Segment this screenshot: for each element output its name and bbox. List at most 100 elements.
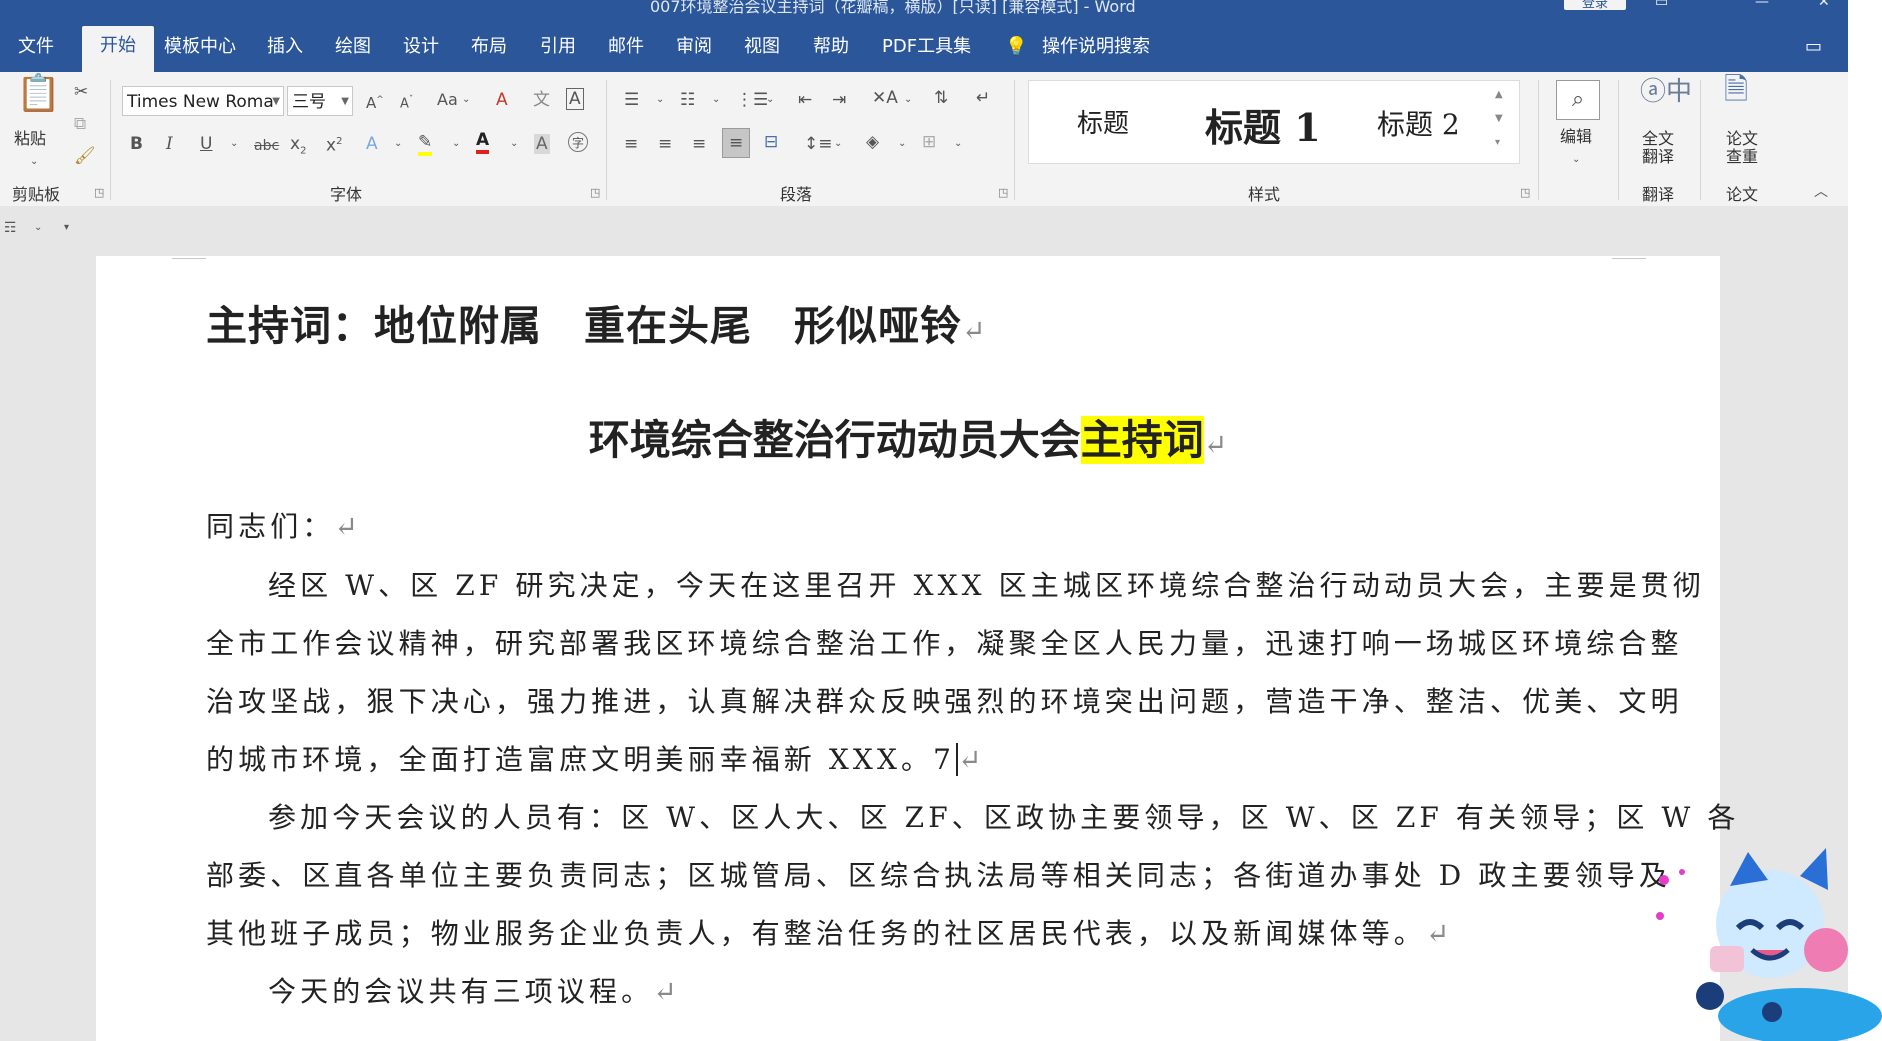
align-left-icon[interactable]: ≡ bbox=[624, 134, 638, 154]
line-spacing-icon[interactable]: ↕≡ bbox=[804, 134, 833, 154]
chevron-down-icon[interactable]: ⌄ bbox=[766, 90, 774, 110]
tab-pdf-tools[interactable]: PDF工具集 bbox=[882, 32, 971, 58]
justify-icon[interactable]: ≡ bbox=[722, 128, 751, 158]
highlight-color-icon[interactable]: ✎ bbox=[418, 132, 433, 156]
paragraph-launcher-icon[interactable]: ◳ bbox=[998, 186, 1008, 199]
chevron-down-icon[interactable]: ⌄ bbox=[904, 90, 912, 110]
comment-icon[interactable]: ▭ bbox=[1805, 36, 1822, 57]
minimize-icon[interactable]: — bbox=[1755, 0, 1769, 10]
tell-me-search[interactable]: 操作说明搜索 bbox=[1042, 32, 1150, 58]
chevron-down-icon[interactable]: ⌄ bbox=[462, 90, 470, 110]
translate-icon[interactable]: ⓐ中 bbox=[1640, 79, 1692, 105]
cut-icon[interactable]: ✂ bbox=[74, 82, 88, 102]
divider bbox=[1538, 80, 1539, 200]
underline-icon[interactable]: U bbox=[200, 134, 212, 154]
font-launcher-icon[interactable]: ◳ bbox=[590, 186, 600, 199]
style-heading-1[interactable]: 标题 1 bbox=[1205, 97, 1321, 152]
chevron-down-icon[interactable]: ⌄ bbox=[394, 134, 402, 154]
tab-review[interactable]: 审阅 bbox=[676, 32, 712, 58]
font-size-combo[interactable]: 三号 ▼ bbox=[287, 86, 353, 116]
chevron-down-icon[interactable]: ⌄ bbox=[712, 90, 720, 110]
tab-template-center[interactable]: 模板中心 bbox=[164, 32, 236, 58]
grow-font-icon[interactable]: A^ bbox=[366, 90, 384, 113]
editing-button[interactable]: 编辑 bbox=[1560, 128, 1592, 146]
full-translate-button[interactable]: 全文 翻译 bbox=[1642, 130, 1674, 166]
tab-insert[interactable]: 插入 bbox=[267, 32, 303, 58]
paper-check-icon[interactable]: 🗎 bbox=[1724, 75, 1748, 105]
paste-icon[interactable]: 📋 bbox=[16, 76, 61, 112]
multilevel-list-icon[interactable]: ⋮☰ bbox=[736, 90, 768, 110]
chevron-down-icon[interactable]: ⌄ bbox=[452, 134, 460, 154]
style-title[interactable]: 标题 bbox=[1077, 103, 1129, 140]
more-styles-icon[interactable]: ▾ bbox=[1495, 133, 1500, 153]
paste-button-label[interactable]: 粘贴 bbox=[14, 130, 46, 148]
show-formatting-marks-icon[interactable]: ↵ bbox=[976, 88, 990, 108]
chevron-down-icon[interactable]: ⌄ bbox=[230, 134, 238, 154]
chevron-down-icon[interactable]: ⌄ bbox=[954, 134, 962, 154]
font-color-icon[interactable]: A bbox=[476, 130, 490, 154]
title-bar: 007环境整治会议主持词（花瓣稿，横版）[只读] [兼容模式] - Word 登… bbox=[0, 0, 1882, 14]
subscript-icon[interactable]: x2 bbox=[290, 134, 306, 161]
borders-icon[interactable]: ⊞ bbox=[922, 132, 936, 152]
translate-line2: 翻译 bbox=[1642, 147, 1675, 166]
ribbon-display-icon[interactable]: ▭ bbox=[1655, 0, 1668, 10]
ribbon-tabs: 文件 开始 模板中心 插入 绘图 设计 布局 引用 邮件 审阅 视图 帮助 PD… bbox=[0, 14, 1848, 72]
distributed-icon[interactable]: ⊟ bbox=[764, 132, 778, 152]
collapse-ribbon-icon[interactable]: ︿ bbox=[1814, 182, 1828, 202]
phonetic-guide-icon[interactable]: 文 bbox=[533, 90, 550, 110]
bullets-icon[interactable]: ☰ bbox=[624, 90, 639, 110]
clipboard-launcher-icon[interactable]: ◳ bbox=[94, 186, 104, 199]
tab-draw[interactable]: 绘图 bbox=[335, 32, 371, 58]
style-pane-icon[interactable]: ☶ bbox=[4, 218, 17, 238]
format-painter-icon[interactable]: 🖌 bbox=[74, 146, 96, 166]
paragraph-mark: ↵ bbox=[1425, 917, 1454, 950]
chevron-down-icon[interactable]: ⌄ bbox=[834, 134, 842, 154]
styles-group-label: 样式 bbox=[1248, 185, 1281, 204]
tab-design[interactable]: 设计 bbox=[403, 32, 439, 58]
center-icon[interactable]: ≡ bbox=[658, 134, 672, 154]
login-button[interactable]: 登录 bbox=[1564, 0, 1626, 11]
chevron-down-icon[interactable]: ⌄ bbox=[1572, 150, 1580, 170]
customize-qat-icon[interactable]: ▾ bbox=[64, 218, 69, 238]
tab-help[interactable]: 帮助 bbox=[813, 32, 849, 58]
styles-launcher-icon[interactable]: ◳ bbox=[1520, 186, 1530, 199]
superscript-icon[interactable]: x2 bbox=[326, 132, 342, 156]
tab-layout[interactable]: 布局 bbox=[471, 32, 507, 58]
tab-references[interactable]: 引用 bbox=[540, 32, 576, 58]
tab-mailings[interactable]: 邮件 bbox=[608, 32, 644, 58]
character-border-icon[interactable]: A bbox=[566, 88, 584, 110]
chevron-down-icon[interactable]: ⌄ bbox=[898, 134, 906, 154]
font-name-combo[interactable]: Times New Roma ▼ bbox=[122, 86, 284, 116]
shrink-font-icon[interactable]: Aˇ bbox=[400, 90, 413, 114]
change-case-icon[interactable]: Aa bbox=[437, 90, 458, 110]
shading-icon[interactable]: ◈ bbox=[866, 132, 879, 152]
scroll-up-icon[interactable]: ▲ bbox=[1495, 85, 1503, 105]
paste-dropdown-icon[interactable]: ⌄ bbox=[30, 152, 38, 172]
bold-icon[interactable]: B bbox=[130, 134, 143, 154]
character-shading-icon[interactable]: A bbox=[534, 134, 550, 154]
sort-icon[interactable]: ⇅ bbox=[934, 88, 948, 108]
clear-formatting-icon[interactable]: A bbox=[496, 90, 508, 110]
increase-indent-icon[interactable]: ⇥ bbox=[832, 90, 846, 110]
chinese-layout-icon[interactable]: ✕A bbox=[872, 88, 898, 108]
copy-icon[interactable]: ⧉ bbox=[74, 114, 86, 134]
chevron-down-icon[interactable]: ⌄ bbox=[510, 134, 518, 154]
tab-file[interactable]: 文件 bbox=[18, 32, 54, 58]
close-icon[interactable]: ✕ bbox=[1818, 0, 1830, 10]
find-icon[interactable]: ⌕ bbox=[1556, 80, 1600, 120]
chevron-down-icon[interactable]: ⌄ bbox=[34, 218, 42, 238]
enclose-characters-icon[interactable]: 字 bbox=[568, 132, 588, 152]
align-right-icon[interactable]: ≡ bbox=[692, 134, 706, 154]
numbering-icon[interactable]: ☷ bbox=[680, 90, 695, 110]
tab-view[interactable]: 视图 bbox=[744, 32, 780, 58]
decrease-indent-icon[interactable]: ⇤ bbox=[798, 90, 812, 110]
paper-check-button[interactable]: 论文 查重 bbox=[1726, 130, 1758, 166]
text-effects-icon[interactable]: A bbox=[366, 134, 378, 154]
paper-line1: 论文 bbox=[1726, 129, 1759, 148]
tab-home[interactable]: 开始 bbox=[82, 26, 154, 72]
strikethrough-icon[interactable]: abc bbox=[254, 136, 279, 156]
italic-icon[interactable]: I bbox=[166, 134, 173, 154]
chevron-down-icon[interactable]: ⌄ bbox=[656, 90, 664, 110]
style-heading-2[interactable]: 标题 2 bbox=[1377, 103, 1460, 143]
scroll-down-icon[interactable]: ▼ bbox=[1495, 109, 1503, 129]
